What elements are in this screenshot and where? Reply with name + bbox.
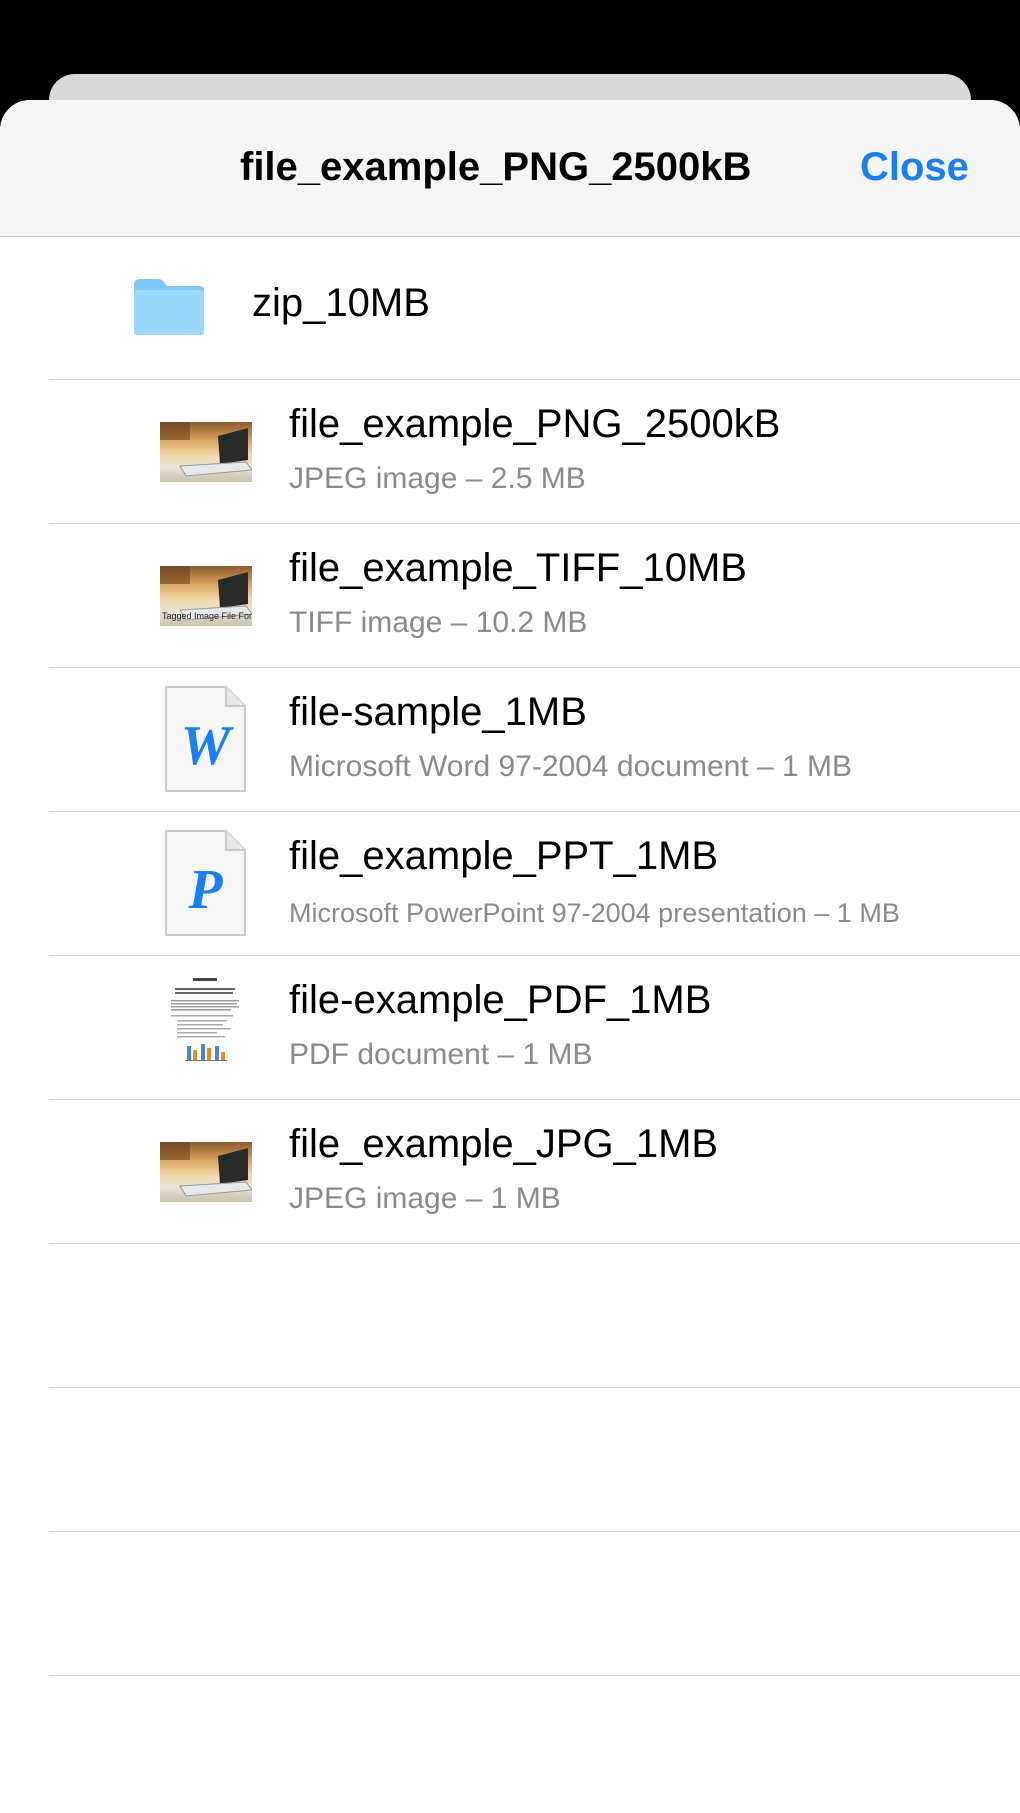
file-name: file-example_PDF_1MB <box>289 978 712 1022</box>
powerpoint-document-icon: P <box>163 828 248 938</box>
word-letter: W <box>180 715 231 777</box>
file-name: file_example_JPG_1MB <box>289 1122 719 1166</box>
file-meta: PDF document – 1 MB <box>289 1038 593 1071</box>
empty-row <box>0 1532 1020 1676</box>
photo-thumbnail: Tagged Image File Format <box>160 566 252 626</box>
file-name: file_example_PPT_1MB <box>289 834 719 878</box>
file-meta: Microsoft PowerPoint 97-2004 presentatio… <box>289 898 900 928</box>
empty-row <box>0 1388 1020 1532</box>
folder-icon <box>134 279 204 335</box>
file-browser-sheet: file_example_PNG_2500kB Close zip_10MB f… <box>0 100 1020 1813</box>
file-row[interactable]: P file_example_PPT_1MB Microsoft PowerPo… <box>0 812 1020 956</box>
file-row[interactable]: W file-sample_1MB Microsoft Word 97-2004… <box>0 668 1020 812</box>
file-meta: JPEG image – 1 MB <box>289 1182 561 1215</box>
photo-thumbnail <box>160 422 252 482</box>
file-name: file-sample_1MB <box>289 690 587 734</box>
folder-row[interactable]: zip_10MB <box>0 237 1020 380</box>
file-row[interactable]: file-example_PDF_1MB PDF document – 1 MB <box>0 956 1020 1100</box>
close-button[interactable]: Close <box>860 100 969 234</box>
navigation-bar: file_example_PNG_2500kB Close <box>0 100 1020 237</box>
pdf-thumbnail <box>165 972 245 1076</box>
word-document-icon: W <box>163 684 248 794</box>
empty-row <box>0 1244 1020 1388</box>
page-title: file_example_PNG_2500kB <box>240 145 752 189</box>
powerpoint-letter: P <box>188 859 223 921</box>
row-divider <box>49 1675 1020 1676</box>
file-row[interactable]: file_example_JPG_1MB JPEG image – 1 MB <box>0 1100 1020 1244</box>
file-meta: Microsoft Word 97-2004 document – 1 MB <box>289 750 853 783</box>
file-row[interactable]: Tagged Image File Format file_example_TI… <box>0 524 1020 668</box>
file-name: file_example_TIFF_10MB <box>289 546 747 590</box>
folder-name: zip_10MB <box>252 281 430 325</box>
file-meta: TIFF image – 10.2 MB <box>289 606 588 639</box>
thumbnail-caption: Tagged Image File Format <box>162 611 252 621</box>
file-meta: JPEG image – 2.5 MB <box>289 462 586 495</box>
file-row[interactable]: file_example_PNG_2500kB JPEG image – 2.5… <box>0 380 1020 524</box>
photo-thumbnail <box>160 1142 252 1202</box>
file-name: file_example_PNG_2500kB <box>289 402 781 446</box>
